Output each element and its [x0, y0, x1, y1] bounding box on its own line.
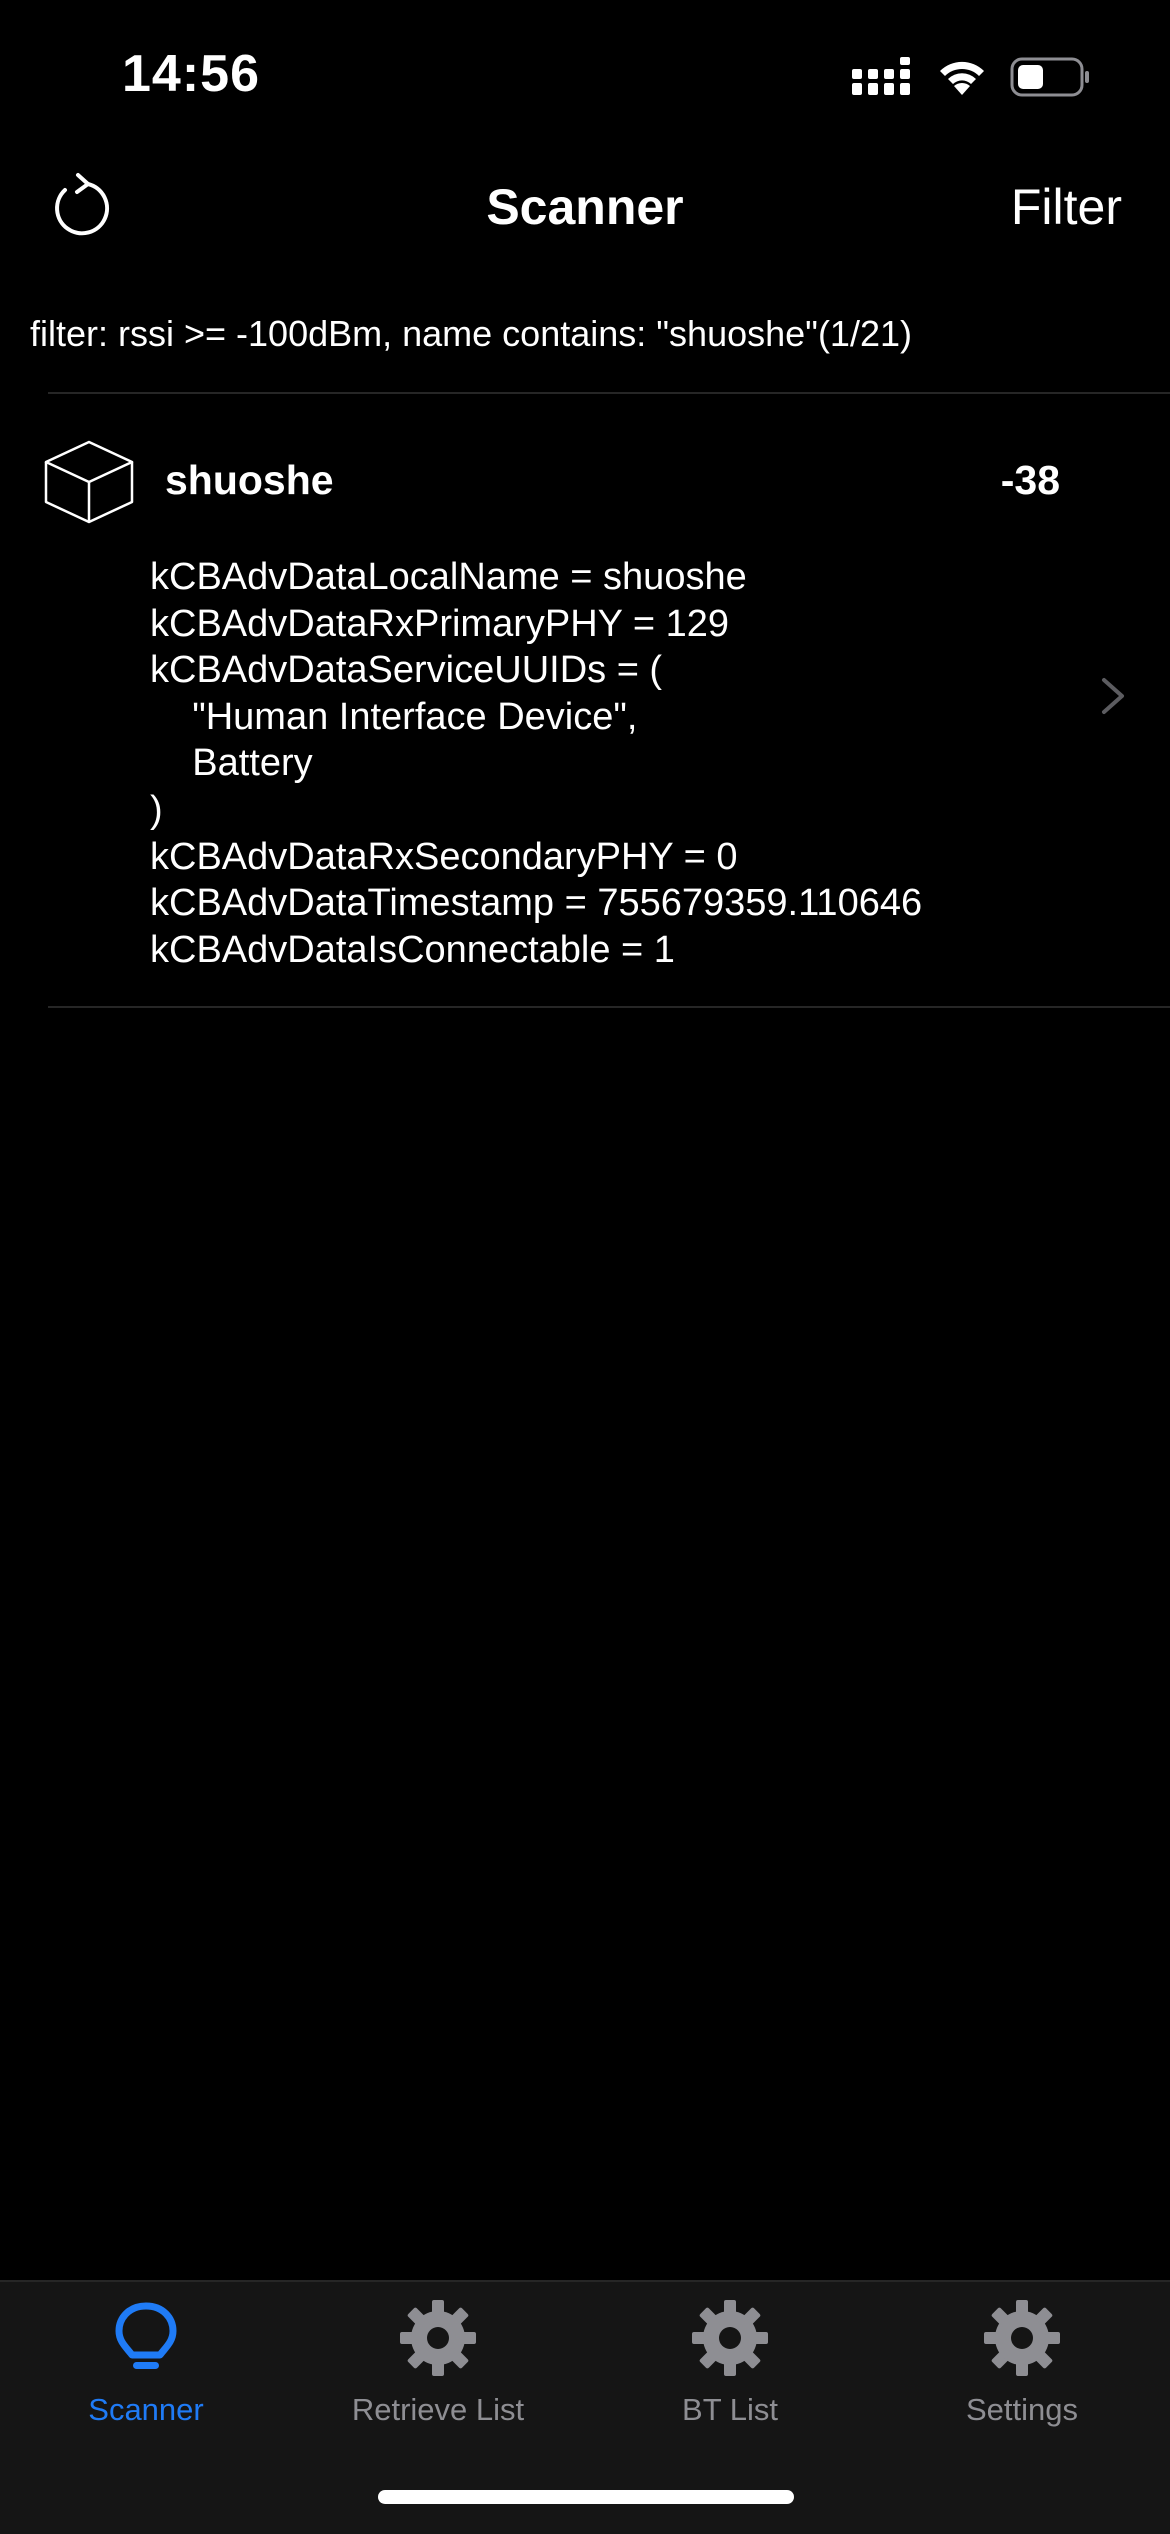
tab-label: Scanner: [88, 2392, 204, 2427]
adv-line: kCBAdvDataIsConnectable = 1: [150, 928, 675, 971]
device-rssi: -38: [1000, 457, 1060, 503]
page-title: Scanner: [486, 179, 684, 235]
filter-summary: filter: rssi >= -100dBm, name contains: …: [30, 313, 912, 354]
device-row[interactable]: shuoshe -38 kCBAdvDataLocalName = shuosh…: [0, 394, 1170, 1006]
tab-retrieve-list[interactable]: Retrieve List: [292, 2298, 584, 2428]
home-indicator[interactable]: [378, 2490, 794, 2504]
status-time: 14:56: [122, 45, 260, 103]
filter-button[interactable]: Filter: [1011, 178, 1122, 236]
gear-icon: [400, 2300, 476, 2376]
tab-label: Retrieve List: [351, 2392, 525, 2427]
chevron-right-icon: [1102, 678, 1124, 714]
adv-line: kCBAdvDataRxSecondaryPHY = 0: [150, 835, 738, 878]
battery-icon: [1010, 57, 1089, 97]
tab-label: Settings: [965, 2392, 1078, 2427]
nav-bar: Scanner Filter: [0, 150, 1170, 265]
adv-line: ): [150, 788, 163, 831]
lightbulb-icon: [115, 2302, 177, 2369]
wifi-icon: [940, 61, 984, 95]
gear-icon: [692, 2300, 768, 2376]
adv-line: Battery: [150, 742, 313, 785]
adv-line: kCBAdvDataRxPrimaryPHY = 129: [150, 602, 730, 645]
gear-icon: [984, 2300, 1060, 2376]
cube-icon: [44, 440, 134, 524]
divider: [48, 1006, 1170, 1008]
status-bar: 14:56: [0, 0, 1170, 150]
device-name: shuoshe: [165, 457, 334, 503]
tab-label: BT List: [682, 2392, 778, 2427]
advertisement-data: kCBAdvDataLocalName = shuoshe kCBAdvData…: [150, 554, 922, 973]
adv-line: kCBAdvDataLocalName = shuoshe: [150, 556, 747, 598]
tab-bt-list[interactable]: BT List: [584, 2298, 876, 2428]
adv-line: kCBAdvDataServiceUUIDs = (: [150, 649, 663, 692]
adv-line: "Human Interface Device",: [150, 695, 638, 738]
cellular-signal-icon: [852, 57, 910, 95]
adv-line: kCBAdvDataTimestamp = 755679359.110646: [150, 882, 923, 925]
tab-scanner[interactable]: Scanner: [0, 2298, 292, 2428]
status-icons: [852, 56, 1092, 98]
tab-settings[interactable]: Settings: [876, 2298, 1168, 2428]
